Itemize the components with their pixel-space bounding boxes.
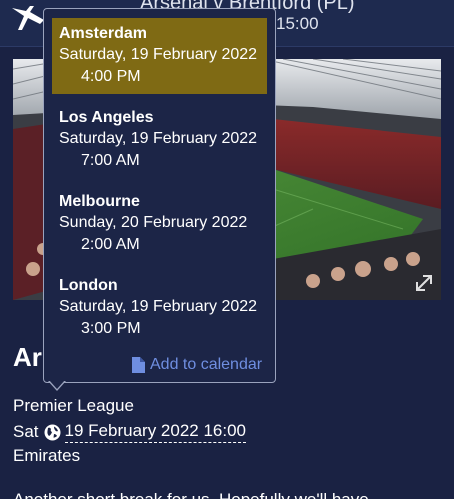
timezone-date: Saturday, 19 February 2022 [59,46,258,63]
timezone-date: Sunday, 20 February 2022 [59,214,248,231]
globe-icon [44,424,61,440]
expand-icon[interactable] [413,272,435,294]
timezone-date: Saturday, 19 February 2022 [59,130,258,147]
timezone-time: 4:00 PM [81,68,141,85]
article-title: Ar [13,342,42,372]
timezone-city: Melbourne [59,193,140,210]
venue-name: Emirates [13,446,81,465]
header-time: 15:00 [276,14,319,33]
timezone-item-london[interactable]: London Saturday, 19 February 2022 3:00 P… [52,270,267,346]
timezone-time: 7:00 AM [81,152,140,169]
timezone-item-melbourne[interactable]: Melbourne Sunday, 20 February 2022 2:00 … [52,186,267,262]
event-datetime[interactable]: Sat 19 February 2022 16:00 [13,421,246,443]
timezone-time: 3:00 PM [81,320,141,337]
timezone-city: Los Angeles [59,109,154,126]
document-icon [132,357,145,373]
timezone-city: Amsterdam [59,25,148,42]
timezone-city: London [59,277,118,294]
event-datetime-value[interactable]: 19 February 2022 16:00 [64,421,246,443]
add-to-calendar-link[interactable]: Add to calendar [132,356,262,374]
timezone-date: Saturday, 19 February 2022 [59,298,258,315]
page: Arsenal v Brentford (PL) 15:00 Ar Premie… [0,0,454,499]
event-day: Sat [13,422,39,441]
timezone-item-amsterdam[interactable]: Amsterdam Saturday, 19 February 2022 4:0… [52,18,267,94]
timezone-time: 2:00 AM [81,236,140,253]
timezone-popover: Amsterdam Saturday, 19 February 2022 4:0… [43,8,276,383]
league-name: Premier League [13,396,134,415]
timezone-item-los-angeles[interactable]: Los Angeles Saturday, 19 February 2022 7… [52,102,267,178]
post-body-text: Another short break for us. Hopefully we… [13,490,369,499]
cannon-logo-icon[interactable] [10,4,46,32]
add-to-calendar-label: Add to calendar [150,356,263,373]
popover-arrow-inner [49,380,65,389]
